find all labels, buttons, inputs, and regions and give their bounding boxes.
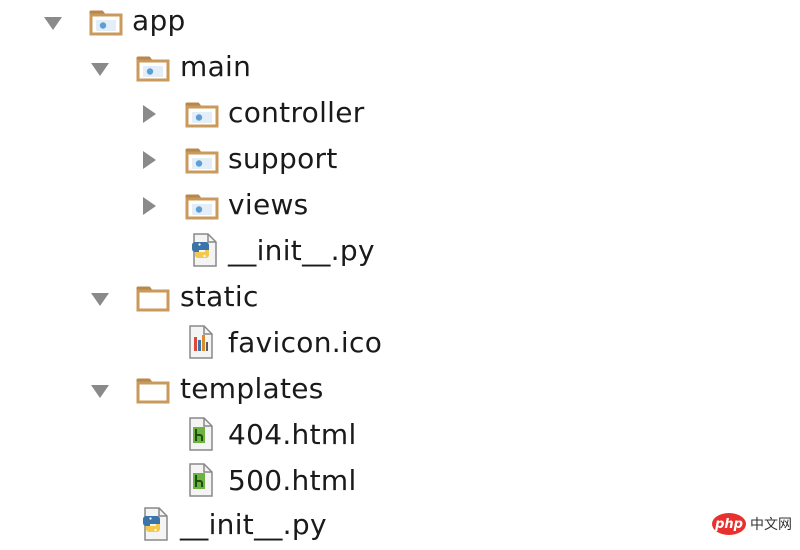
folder-icon xyxy=(136,375,170,405)
triangle-down-icon[interactable] xyxy=(89,380,111,402)
python-package-folder-icon xyxy=(185,191,219,221)
python-package-folder-icon xyxy=(185,145,219,175)
tree-node-static[interactable]: static xyxy=(0,276,400,322)
tree-node-label: __init__.py xyxy=(180,508,327,541)
python-file-icon xyxy=(186,233,220,267)
html-file-icon xyxy=(186,463,216,497)
python-package-folder-icon xyxy=(185,99,219,129)
tree-node-label: templates xyxy=(180,372,324,405)
tree-node-label: __init__.py xyxy=(228,234,375,267)
tree-node-label: static xyxy=(180,280,259,313)
tree-node-support[interactable]: support xyxy=(0,138,400,184)
tree-node-label: controller xyxy=(228,96,365,129)
tree-node-templates[interactable]: templates xyxy=(0,368,400,414)
tree-node-404-html[interactable]: 404.html xyxy=(0,414,400,460)
python-file-icon xyxy=(137,507,171,541)
tree-node-label: 404.html xyxy=(228,418,357,451)
triangle-right-icon[interactable] xyxy=(138,103,160,125)
tree-node-500-html[interactable]: 500.html xyxy=(0,460,400,506)
tree-node-main-init-py[interactable]: __init__.py xyxy=(0,230,400,276)
python-package-folder-icon xyxy=(136,53,170,83)
watermark-badge: php xyxy=(712,513,746,535)
tree-node-label: main xyxy=(180,50,252,83)
python-package-folder-icon xyxy=(89,7,123,37)
tree-node-label: favicon.ico xyxy=(228,326,383,359)
triangle-down-icon[interactable] xyxy=(89,58,111,80)
image-file-icon xyxy=(186,325,216,359)
tree-node-views[interactable]: views xyxy=(0,184,400,230)
tree-node-main[interactable]: main xyxy=(0,46,400,92)
triangle-down-icon[interactable] xyxy=(42,12,64,34)
tree-node-label: app xyxy=(132,4,186,37)
project-tree: app main controller support views __init… xyxy=(0,0,800,541)
folder-icon xyxy=(136,283,170,313)
html-file-icon xyxy=(186,417,216,451)
tree-node-app-init-py[interactable]: __init__.py xyxy=(0,504,400,550)
tree-node-favicon-ico[interactable]: favicon.ico xyxy=(0,322,400,368)
tree-node-label: views xyxy=(228,188,309,221)
tree-node-label: support xyxy=(228,142,338,175)
tree-node-controller[interactable]: controller xyxy=(0,92,400,138)
triangle-down-icon[interactable] xyxy=(89,288,111,310)
triangle-right-icon[interactable] xyxy=(138,195,160,217)
site-watermark: php 中文网 xyxy=(712,513,792,535)
triangle-right-icon[interactable] xyxy=(138,149,160,171)
tree-node-app[interactable]: app xyxy=(0,0,400,46)
tree-node-label: 500.html xyxy=(228,464,357,497)
watermark-text: 中文网 xyxy=(750,517,792,533)
